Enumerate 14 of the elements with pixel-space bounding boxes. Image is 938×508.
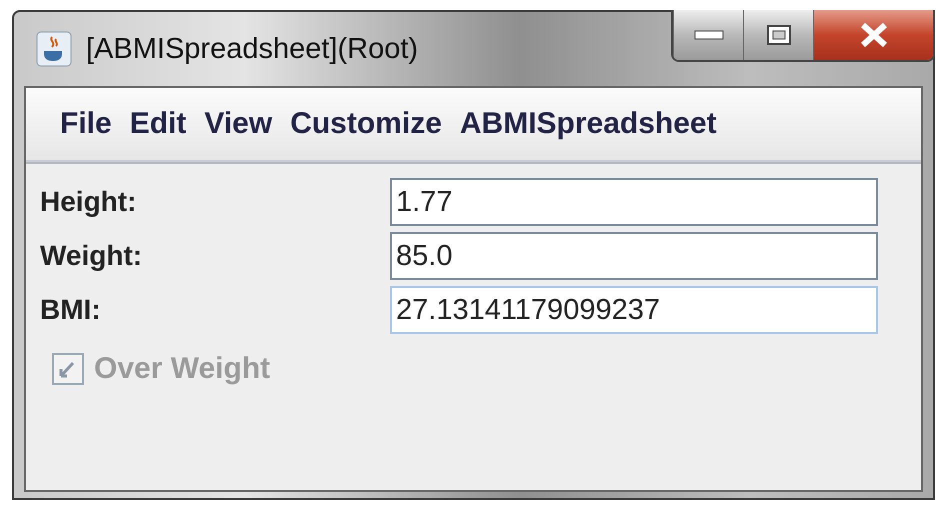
field-label: Height: — [40, 186, 138, 218]
checkbox-label: Over Weight — [94, 352, 270, 386]
field-label: Weight: — [40, 240, 144, 272]
window-title: [ABMISpreadsheet](Root) — [86, 32, 418, 66]
text-field[interactable]: 1.77 — [390, 178, 878, 226]
field-label: BMI: — [40, 294, 102, 326]
coffee-cup-icon — [36, 31, 72, 67]
text-field[interactable]: 85.0 — [390, 232, 878, 280]
minimize-button[interactable] — [673, 10, 743, 60]
maximize-icon — [766, 24, 792, 46]
minimize-icon — [694, 30, 724, 40]
text-field[interactable]: 27.13141179099237 — [390, 286, 878, 334]
maximize-button[interactable] — [743, 10, 813, 60]
close-button[interactable] — [813, 10, 933, 60]
